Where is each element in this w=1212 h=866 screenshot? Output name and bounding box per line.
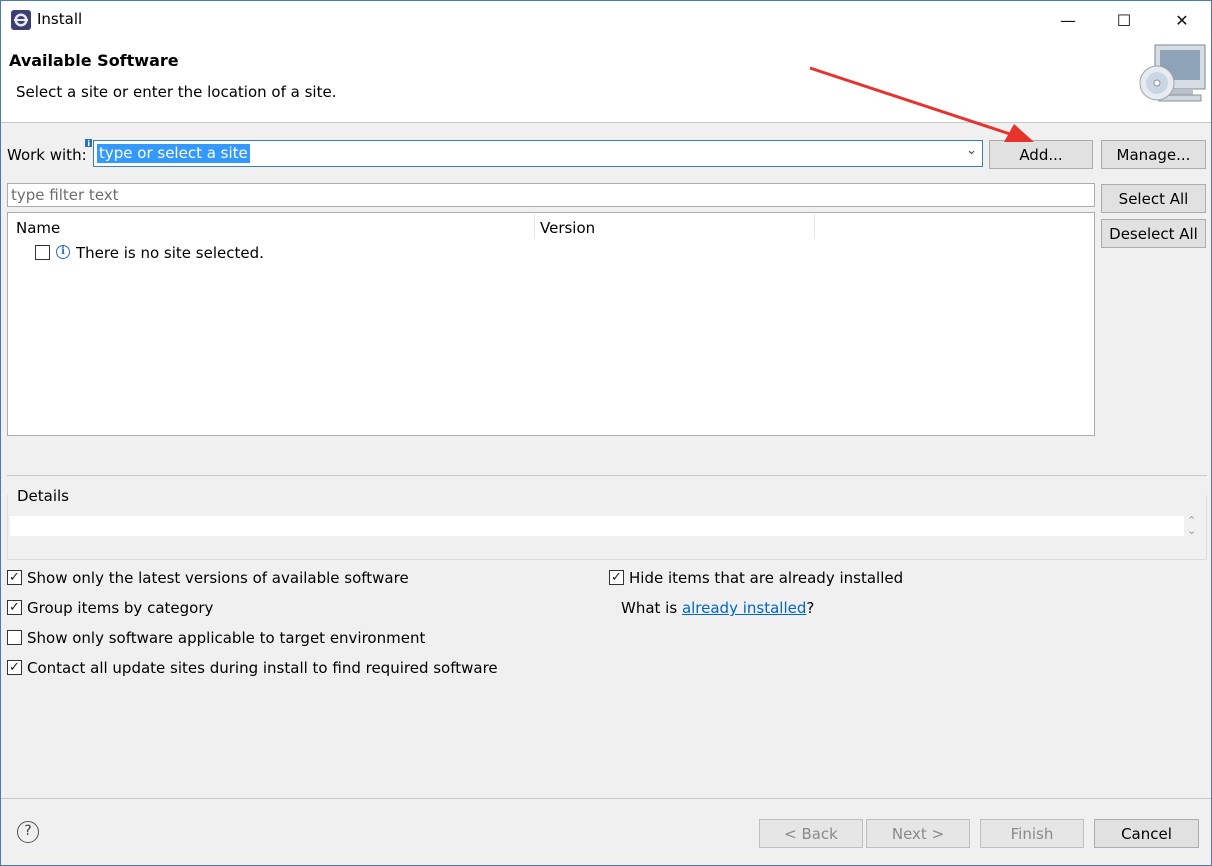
checkbox-checked-icon[interactable]: ✓ xyxy=(7,600,22,615)
page-title: Available Software xyxy=(9,51,179,70)
close-button[interactable]: ✕ xyxy=(1157,1,1207,39)
what-is-suffix: ? xyxy=(806,599,815,617)
details-scroll-icon[interactable]: ⌃ ⌄ xyxy=(1187,515,1196,536)
details-label: Details xyxy=(16,487,71,505)
checkbox-checked-icon[interactable]: ✓ xyxy=(609,570,624,585)
already-installed-link[interactable]: already installed xyxy=(682,599,806,617)
maximize-icon: ☐ xyxy=(1116,10,1132,30)
next-button[interactable]: Next > xyxy=(866,819,970,848)
checkbox-unchecked-icon[interactable] xyxy=(7,630,22,645)
filter-placeholder: type filter text xyxy=(11,186,119,204)
next-button-label: Next > xyxy=(891,824,945,843)
deselect-all-button[interactable]: Deselect All xyxy=(1101,219,1206,248)
manage-button[interactable]: Manage... xyxy=(1101,140,1206,169)
software-table[interactable]: Name Version i There is no site selected… xyxy=(7,212,1095,436)
chevron-down-icon[interactable]: ⌄ xyxy=(966,143,977,158)
footer-separator xyxy=(1,798,1211,799)
page-description: Select a site or enter the location of a… xyxy=(16,83,337,101)
column-divider[interactable] xyxy=(814,215,815,239)
work-with-combo[interactable]: type or select a site ⌄ xyxy=(93,140,983,167)
finish-button-label: Finish xyxy=(1010,824,1054,843)
option-label: Group items by category xyxy=(27,599,214,617)
row-text: There is no site selected. xyxy=(76,244,264,262)
work-with-label: Work with: xyxy=(7,146,87,164)
cancel-button[interactable]: Cancel xyxy=(1094,819,1199,848)
work-with-value[interactable]: type or select a site xyxy=(97,144,250,163)
minimize-icon: — xyxy=(1060,10,1076,30)
column-divider[interactable] xyxy=(534,215,535,239)
manage-button-label: Manage... xyxy=(1116,145,1191,164)
close-icon: ✕ xyxy=(1175,10,1189,30)
window-title: Install xyxy=(37,10,83,28)
eclipse-icon xyxy=(11,10,31,30)
info-icon: i xyxy=(56,245,70,259)
maximize-button[interactable]: ☐ xyxy=(1099,1,1149,39)
info-decoration-icon xyxy=(85,139,92,147)
column-header-version[interactable]: Version xyxy=(540,219,595,237)
column-header-name[interactable]: Name xyxy=(16,219,60,237)
finish-button[interactable]: Finish xyxy=(980,819,1084,848)
back-button-label: < Back xyxy=(784,824,838,843)
deselect-all-label: Deselect All xyxy=(1109,224,1198,243)
checkbox-checked-icon[interactable]: ✓ xyxy=(7,570,22,585)
filter-input[interactable]: type filter text xyxy=(7,183,1095,207)
add-button-label: Add... xyxy=(1019,145,1063,164)
back-button[interactable]: < Back xyxy=(759,819,863,848)
checkbox-checked-icon[interactable]: ✓ xyxy=(7,660,22,675)
minimize-button[interactable]: — xyxy=(1043,1,1093,39)
option-label: Show only the latest versions of availab… xyxy=(27,569,409,587)
table-row[interactable]: i There is no site selected. xyxy=(34,244,534,264)
install-dialog: Install — ☐ ✕ Available Software Select … xyxy=(0,0,1212,866)
wizard-banner: Available Software Select a site or ente… xyxy=(1,39,1211,123)
select-all-button[interactable]: Select All xyxy=(1101,184,1206,213)
details-text xyxy=(10,516,1184,536)
add-button[interactable]: Add... xyxy=(989,140,1093,169)
option-label: Show only software applicable to target … xyxy=(27,629,426,647)
row-checkbox[interactable] xyxy=(35,245,50,260)
work-with-label-text: Work with: xyxy=(7,146,87,164)
install-software-icon xyxy=(1139,44,1206,102)
select-all-label: Select All xyxy=(1118,189,1189,208)
option-label: Hide items that are already installed xyxy=(629,569,904,587)
already-installed-text: What is already installed? xyxy=(621,599,814,617)
cancel-button-label: Cancel xyxy=(1121,824,1172,843)
help-icon[interactable]: ? xyxy=(17,821,39,843)
option-label: Contact all update sites during install … xyxy=(27,659,498,677)
what-is-prefix: What is xyxy=(621,599,682,617)
section-separator xyxy=(7,475,1207,476)
title-bar: Install — ☐ ✕ xyxy=(1,1,1211,39)
